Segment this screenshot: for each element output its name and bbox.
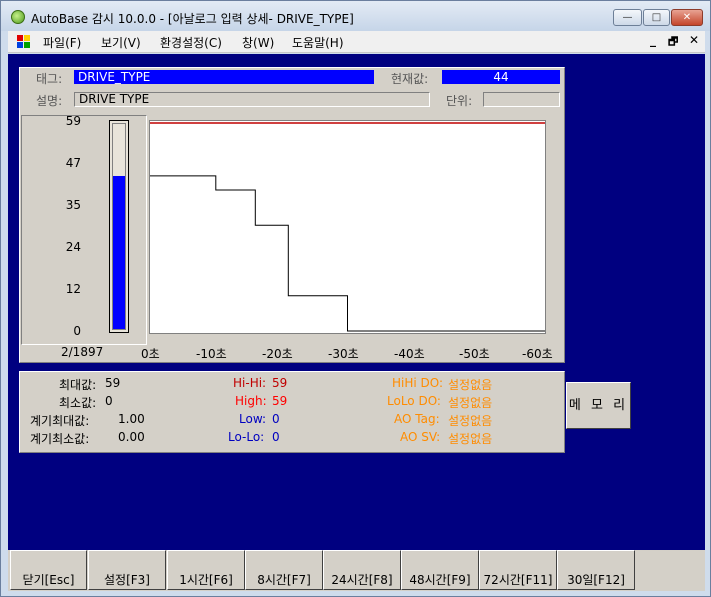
level-bar <box>109 120 129 333</box>
ao-sv-label: AO SV: <box>400 430 441 444</box>
menu-bar: 파일(F) 보기(V) 환경설정(C) 창(W) 도움말(H) _ 🗗 ✕ <box>8 31 705 53</box>
ao-tag-value: 설정없음 <box>448 414 493 428</box>
trend-line-series <box>150 175 545 332</box>
app-icon <box>11 10 25 24</box>
ao-tag-label: AO Tag: <box>394 412 440 426</box>
tag-label: 태그: <box>36 72 63 86</box>
gauge-tick: 12 <box>65 282 81 296</box>
main-window: AutoBase 감시 10.0.0 - [아날로그 입력 상세- DRIVE_… <box>0 0 711 597</box>
hihi-label: Hi-Hi: <box>233 376 267 390</box>
x-tick-label: -20초 <box>262 347 293 361</box>
meter-max-value: 1.00 <box>118 412 145 426</box>
title-bar[interactable]: AutoBase 감시 10.0.0 - [아날로그 입력 상세- DRIVE_… <box>1 1 710 31</box>
max-label: 최대값: <box>59 378 97 392</box>
menu-window[interactable]: 창(W) <box>242 34 274 51</box>
maximize-button[interactable]: □ <box>643 9 670 26</box>
48-hour-button[interactable]: 48시간[F9] <box>401 550 479 590</box>
x-tick-label: -30초 <box>328 347 359 361</box>
record-counter: 2/1897 <box>61 345 104 359</box>
close-window-button[interactable]: ✕ <box>671 9 703 26</box>
current-value-label: 현재값: <box>391 72 429 86</box>
gauge-tick: 47 <box>65 156 81 170</box>
window-title: AutoBase 감시 10.0.0 - [아날로그 입력 상세- DRIVE_… <box>31 12 354 26</box>
hihi-value: 59 <box>272 376 288 390</box>
8-hour-button[interactable]: 8시간[F7] <box>245 550 323 590</box>
x-tick-label: 0초 <box>141 347 160 361</box>
max-value: 59 <box>105 376 121 390</box>
lolo-value: 0 <box>272 430 280 444</box>
meter-min-value: 0.00 <box>118 430 145 444</box>
gauge-tick: 0 <box>73 324 81 338</box>
gauge-tick: 59 <box>65 114 81 128</box>
menu-help[interactable]: 도움말(H) <box>292 34 344 51</box>
gauge-tick: 24 <box>65 240 81 254</box>
x-tick-label: -40초 <box>394 347 425 361</box>
high-value: 59 <box>272 394 288 408</box>
trend-chart-svg <box>150 122 545 332</box>
meter-max-label: 계기최대값: <box>30 414 90 428</box>
description-value: DRIVE TYPE <box>74 92 430 107</box>
lolo-label: Lo-Lo: <box>228 430 265 444</box>
gauge-tick: 35 <box>65 198 81 212</box>
ao-sv-value: 설정없음 <box>448 432 493 446</box>
lolo-do-value: 설정없음 <box>448 396 493 410</box>
document-icon[interactable] <box>17 35 32 49</box>
low-label: Low: <box>239 412 267 426</box>
trend-chart <box>149 120 546 334</box>
min-value: 0 <box>105 394 113 408</box>
lolo-do-label: LoLo DO: <box>387 394 441 408</box>
1-hour-button[interactable]: 1시간[F6] <box>167 550 245 590</box>
unit-value <box>483 92 560 107</box>
current-value: 44 <box>442 70 560 84</box>
close-button[interactable]: 닫기[Esc] <box>10 550 87 590</box>
low-value: 0 <box>272 412 280 426</box>
meter-min-label: 계기최소값: <box>30 432 90 446</box>
function-key-bar: 닫기[Esc] 설정[F3] 1시간[F6] 8시간[F7] 24시간[F8] … <box>8 550 705 591</box>
unit-label: 단위: <box>446 94 473 108</box>
mdi-restore-button[interactable]: 🗗 <box>668 33 678 52</box>
menu-file[interactable]: 파일(F) <box>43 34 81 51</box>
level-bar-fill <box>113 176 125 329</box>
mdi-minimize-button[interactable]: _ <box>650 33 656 47</box>
min-label: 최소값: <box>59 396 97 410</box>
tag-value: DRIVE_TYPE <box>74 70 374 84</box>
hihi-do-label: HiHi DO: <box>392 376 444 390</box>
hihi-do-value: 설정없음 <box>448 378 493 392</box>
x-tick-label: -10초 <box>196 347 227 361</box>
30-day-button[interactable]: 30일[F12] <box>557 550 635 590</box>
72-hour-button[interactable]: 72시간[F11] <box>479 550 557 590</box>
x-tick-label: -60초 <box>522 347 553 361</box>
mdi-close-button[interactable]: ✕ <box>689 33 699 47</box>
minimize-button[interactable]: — <box>613 9 642 26</box>
high-label: High: <box>235 394 267 408</box>
menu-settings[interactable]: 환경설정(C) <box>160 34 222 51</box>
settings-button[interactable]: 설정[F3] <box>88 550 166 590</box>
x-tick-label: -50초 <box>459 347 490 361</box>
menu-view[interactable]: 보기(V) <box>101 34 141 51</box>
memory-button[interactable]: 메 모 리 <box>566 382 631 429</box>
24-hour-button[interactable]: 24시간[F8] <box>323 550 401 590</box>
description-label: 설명: <box>36 94 63 108</box>
